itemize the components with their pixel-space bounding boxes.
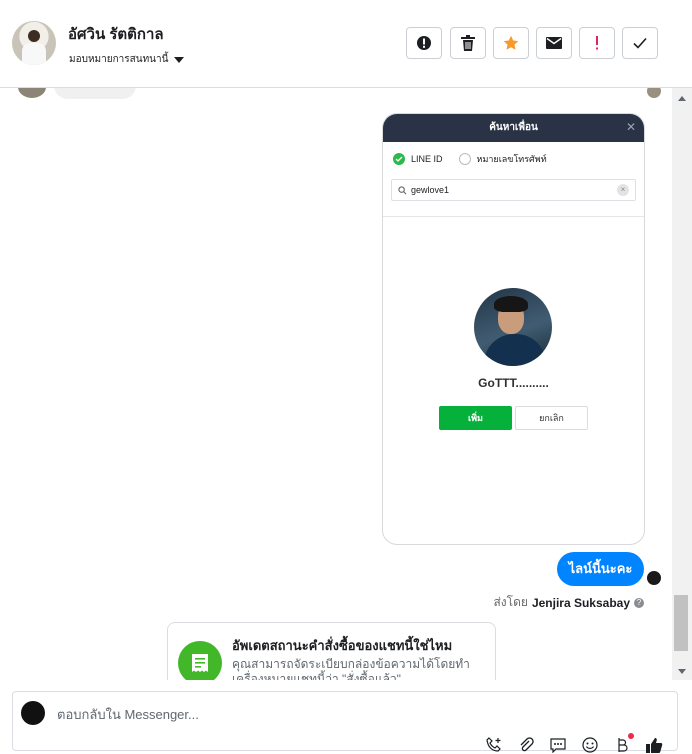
call-button[interactable] [485, 736, 503, 754]
contact-avatar[interactable] [12, 21, 56, 65]
alert-circle-icon [417, 36, 431, 50]
sent-by-label: ส่งโดย Jenjira Suksabay ? [493, 593, 644, 612]
chat-bubble-icon [550, 737, 566, 753]
shot-search-field: gewlove1 × [391, 179, 636, 201]
shot-add-button: เพิ่ม [439, 406, 512, 430]
emoji-button[interactable] [581, 736, 599, 754]
scrollbar-thumb[interactable] [674, 595, 688, 651]
shot-cancel-button: ยกเลิก [515, 406, 588, 430]
shot-divider [383, 216, 644, 217]
thumbs-up-icon [646, 738, 663, 753]
notification-dot [628, 733, 634, 739]
scroll-down-arrow-icon[interactable] [678, 669, 686, 674]
sender-name: Jenjira Suksabay [531, 595, 630, 610]
scroll-up-arrow-icon[interactable] [678, 96, 686, 101]
help-icon[interactable]: ? [634, 597, 644, 608]
shot-title: ค้นหาเพื่อน [383, 114, 644, 142]
caret-down-icon [174, 56, 185, 63]
seen-indicator-avatar [647, 88, 661, 98]
payment-button[interactable] [613, 733, 634, 754]
star-icon [503, 35, 519, 50]
option-phone: หมายเลขโทรศัพท์ [476, 154, 547, 164]
baht-icon [618, 738, 628, 752]
checkmark-icon [633, 37, 647, 49]
phone-plus-icon [486, 737, 501, 752]
message-thread: ค้นหาเพื่อน ✕ LINE ID หมายเลขโทรศัพท์ ge… [0, 88, 672, 680]
profile-hair [494, 296, 528, 312]
profile-photo [474, 288, 552, 366]
order-card-title: อัพเดตสถานะคำสั่งซื้อของแชทนี้ใช่ไหม [232, 638, 453, 653]
assign-conversation-dropdown[interactable]: มอบหมายการสนทนานี้ [69, 52, 185, 67]
order-card-description: คุณสามารถจัดระเบียบกล่องข้อความได้โดยทำเ… [232, 657, 470, 680]
assign-label: มอบหมายการสนทนานี้ [69, 54, 169, 65]
sent-by-prefix: ส่งโดย [493, 595, 528, 609]
composer-toolbar [485, 733, 663, 754]
check-circle-icon [393, 153, 405, 165]
order-status-card[interactable]: อัพเดตสถานะคำสั่งซื้อของแชทนี้ใช่ไหม คุณ… [167, 622, 496, 680]
trash-icon [461, 35, 475, 51]
clear-icon: × [617, 184, 629, 196]
profile-name: GoTTT.......... [478, 376, 549, 390]
read-receipt-avatar [647, 571, 661, 585]
envelope-icon [546, 37, 562, 49]
previous-sender-avatar [18, 88, 46, 98]
exclamation-icon [596, 36, 598, 50]
page-avatar [21, 701, 45, 725]
previous-message-bubble[interactable] [54, 88, 136, 99]
avatar-body [22, 43, 46, 65]
shot-search-value: gewlove1 [411, 185, 450, 195]
star-button[interactable] [493, 27, 529, 59]
avatar-head [28, 30, 40, 42]
paperclip-icon [520, 737, 534, 752]
search-type-options: LINE ID หมายเลขโทรศัพท์ [393, 152, 547, 166]
mark-important-button[interactable] [579, 27, 615, 59]
search-icon [398, 185, 407, 194]
thread-scrollbar[interactable] [672, 88, 692, 680]
attach-file-button[interactable] [517, 736, 535, 754]
order-receipt-icon [178, 641, 222, 680]
conversation-header: อัศวิน รัตติกาล มอบหมายการสนทนานี้ [0, 0, 692, 88]
smiley-icon [582, 737, 598, 753]
like-button[interactable] [645, 736, 663, 754]
option-line-id: LINE ID [411, 154, 443, 164]
profile-body [484, 334, 546, 366]
mark-unread-button[interactable] [536, 27, 572, 59]
shared-image-attachment[interactable]: ค้นหาเพื่อน ✕ LINE ID หมายเลขโทรศัพท์ ge… [383, 114, 644, 544]
contact-name[interactable]: อัศวิน รัตติกาล [68, 22, 164, 46]
close-icon: ✕ [625, 120, 636, 134]
outgoing-message-bubble[interactable]: ไลน์นี้นะคะ [557, 552, 644, 586]
mark-spam-button[interactable] [406, 27, 442, 59]
reply-input[interactable] [57, 704, 617, 724]
mark-done-button[interactable] [622, 27, 658, 59]
saved-replies-button[interactable] [549, 736, 567, 754]
reply-composer [12, 691, 678, 754]
delete-button[interactable] [450, 27, 486, 59]
radio-icon [458, 153, 471, 165]
